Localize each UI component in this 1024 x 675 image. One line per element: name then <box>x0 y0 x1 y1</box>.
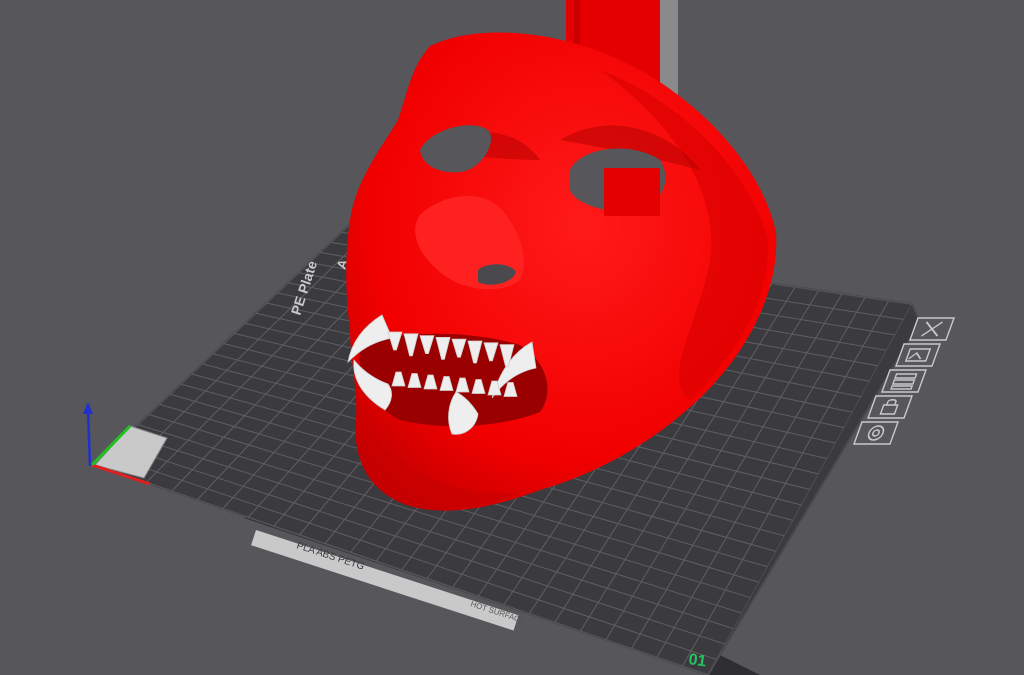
z-axis <box>86 409 92 467</box>
lock-icon[interactable] <box>866 395 914 419</box>
3d-viewport[interactable]: PE Plate A PLA ABS PETG HOT SURFACE 01 <box>0 0 1024 675</box>
z-axis-arrow <box>83 402 93 414</box>
arrange-icon[interactable] <box>880 369 928 393</box>
image-icon[interactable] <box>894 343 942 367</box>
close-icon[interactable] <box>908 317 956 341</box>
settings-icon[interactable] <box>852 421 900 445</box>
scene-canvas[interactable]: PE Plate A PLA ABS PETG HOT SURFACE 01 <box>0 0 1024 675</box>
plate-number: 01 <box>687 651 707 670</box>
